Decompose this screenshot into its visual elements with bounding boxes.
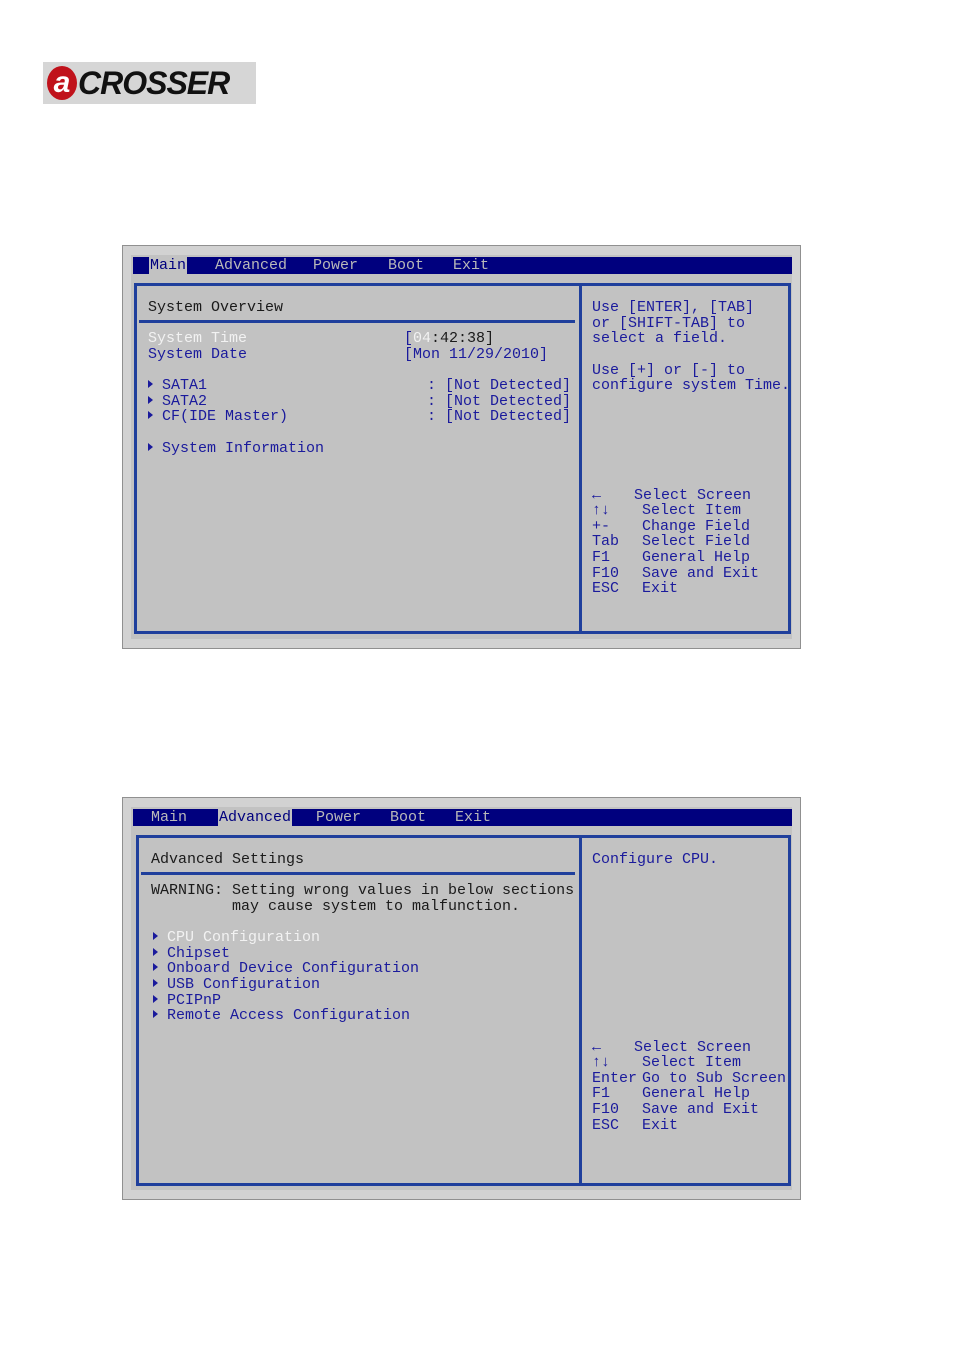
- warning-text: WARNING: Setting wrong values in below s…: [151, 882, 575, 899]
- key-desc: General Help: [642, 1085, 751, 1102]
- help-text: Configure CPU.: [592, 851, 719, 868]
- bios-screen-main: Main Advanced Power Boot Exit System Ove…: [122, 245, 801, 649]
- system-date-value[interactable]: [Mon 11/29/2010]: [404, 347, 548, 363]
- system-information-item[interactable]: System Information: [148, 441, 324, 457]
- device-cf-value: : [Not Detected]: [427, 408, 572, 425]
- submenu-arrow-icon: [153, 1010, 158, 1018]
- bios-frame: Main Advanced Power Boot Exit Advanced S…: [131, 807, 792, 1190]
- key-desc: Save and Exit: [642, 1101, 760, 1118]
- key-name: ESC: [592, 580, 620, 597]
- key-desc: Exit: [642, 1117, 679, 1134]
- warning-text: may cause system to malfunction.: [151, 898, 521, 915]
- key-desc: Select Item: [642, 1054, 742, 1071]
- key-desc: Select Field: [642, 533, 751, 550]
- help-pane: Use [ENTER], [TAB] or [SHIFT-TAB] to sel…: [579, 283, 791, 634]
- help-line: select a field.: [592, 330, 728, 347]
- help-line: Use [ENTER], [TAB]: [592, 299, 755, 316]
- key-updown-arrow-icon: ↑↓: [592, 502, 611, 519]
- key-desc: Exit: [642, 580, 679, 597]
- submenu-arrow-icon: [153, 979, 158, 987]
- section-title: System Overview: [148, 299, 284, 316]
- submenu-arrow-icon: [148, 380, 153, 388]
- submenu-arrow-icon: [148, 443, 153, 451]
- acrosser-logo: a CROSSER: [43, 62, 256, 104]
- submenu-arrow-icon: [148, 411, 153, 419]
- title-divider: [141, 872, 575, 875]
- key-name: F1: [592, 1085, 611, 1102]
- menu-exit[interactable]: Exit: [455, 809, 491, 826]
- system-time-label[interactable]: System Time: [148, 331, 247, 347]
- bios-menubar: Main Advanced Power Boot Exit: [133, 257, 792, 274]
- item-onboard-device-configuration[interactable]: Onboard Device Configuration: [153, 961, 419, 977]
- menu-advanced[interactable]: Advanced: [215, 257, 287, 274]
- menu-main[interactable]: Main: [149, 257, 188, 274]
- submenu-arrow-icon: [148, 396, 153, 404]
- left-pane: System Overview System Time [04:42:38] S…: [134, 283, 582, 634]
- device-sata1-value: : [Not Detected]: [427, 377, 572, 394]
- section-title: Advanced Settings: [151, 851, 305, 868]
- bios-menubar: Main Advanced Power Boot Exit: [133, 809, 792, 826]
- menu-exit[interactable]: Exit: [453, 257, 489, 274]
- key-name: ESC: [592, 1117, 620, 1134]
- logo-mark: a: [47, 66, 77, 100]
- item-usb-configuration[interactable]: USB Configuration: [153, 977, 320, 993]
- menu-boot[interactable]: Boot: [390, 809, 426, 826]
- submenu-arrow-icon: [153, 963, 158, 971]
- key-desc: Select Item: [642, 502, 742, 519]
- system-date-label[interactable]: System Date: [148, 347, 247, 363]
- help-line: configure system Time.: [592, 377, 791, 394]
- menu-advanced[interactable]: Advanced: [218, 809, 293, 826]
- menu-power[interactable]: Power: [316, 809, 361, 826]
- item-cpu-configuration[interactable]: CPU Configuration: [153, 930, 320, 946]
- menu-power[interactable]: Power: [313, 257, 358, 274]
- key-name: F10: [592, 1101, 620, 1118]
- item-remote-access-configuration[interactable]: Remote Access Configuration: [153, 1008, 410, 1024]
- help-pane: Configure CPU. ← Select Screen ↑↓ Select…: [579, 835, 791, 1186]
- submenu-arrow-icon: [153, 932, 158, 940]
- bios-frame: Main Advanced Power Boot Exit System Ove…: [131, 255, 792, 639]
- submenu-arrow-icon: [153, 948, 158, 956]
- title-divider: [139, 320, 575, 323]
- system-time-value[interactable]: [04:42:38]: [404, 331, 494, 347]
- device-cf[interactable]: CF(IDE Master): [148, 409, 288, 425]
- menu-main[interactable]: Main: [151, 809, 187, 826]
- left-pane: Advanced Settings WARNING: Setting wrong…: [136, 835, 582, 1186]
- system-time-hour: 04: [413, 330, 432, 347]
- menu-boot[interactable]: Boot: [388, 257, 424, 274]
- bios-screen-advanced: Main Advanced Power Boot Exit Advanced S…: [122, 797, 801, 1200]
- key-name: Tab: [592, 533, 620, 550]
- key-desc: General Help: [642, 549, 751, 566]
- device-sata1[interactable]: SATA1: [148, 378, 207, 394]
- logo-text: CROSSER: [78, 64, 230, 101]
- submenu-arrow-icon: [153, 995, 158, 1003]
- key-name: F1: [592, 549, 611, 566]
- key-updown-arrow-icon: ↑↓: [592, 1054, 611, 1071]
